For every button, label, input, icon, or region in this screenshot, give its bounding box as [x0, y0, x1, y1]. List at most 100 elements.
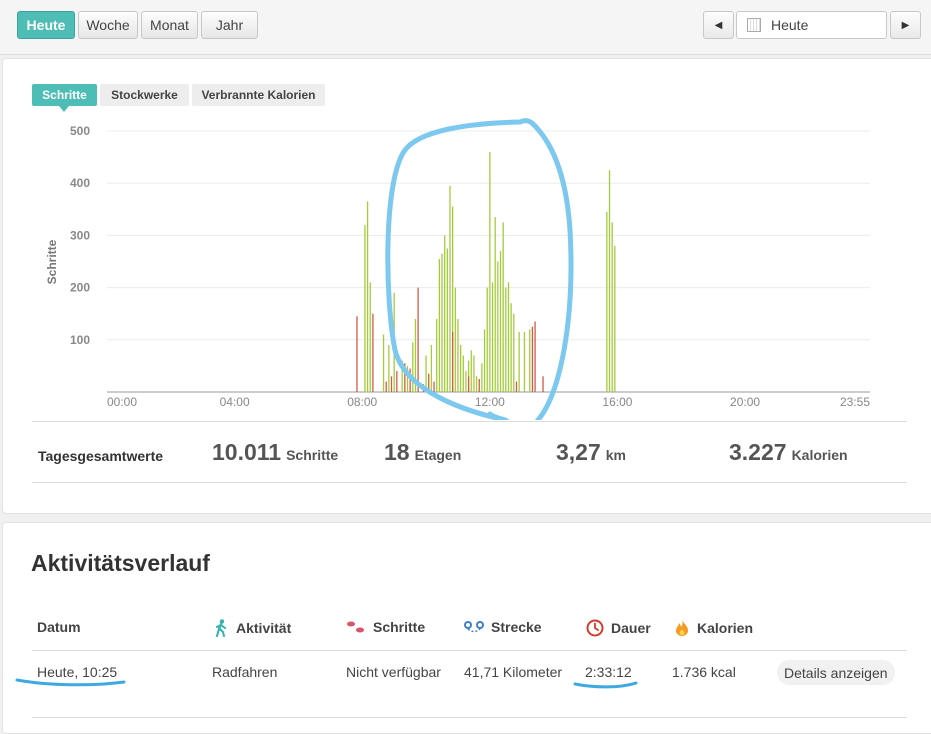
- step-bar: [505, 287, 507, 392]
- x-tick-label: 04:00: [220, 395, 250, 409]
- step-bar: [491, 282, 494, 392]
- y-tick-label: 400: [70, 176, 90, 190]
- row-duration: 2:33:12: [585, 664, 632, 680]
- row-activity: Radfahren: [212, 664, 278, 680]
- row-calories: 1.736 kcal: [672, 664, 736, 680]
- step-bar: [529, 329, 531, 392]
- column-header-activity-label: Aktivität: [236, 620, 292, 636]
- steps-chart: 100 200 300 400 500 00:00 04:00 08:00 12:00 16:0…: [45, 118, 870, 420]
- step-bar: [467, 376, 470, 392]
- step-bar: [483, 329, 486, 392]
- total-steps-value: 10.011: [212, 439, 282, 465]
- step-bar: [534, 321, 536, 392]
- totals-label: Tagesgesamtwerte: [38, 448, 164, 464]
- column-header-distance-label: Strecke: [491, 619, 542, 635]
- step-bar: [412, 342, 414, 392]
- column-header-steps[interactable]: Schritte: [346, 619, 425, 635]
- step-bar: [366, 201, 369, 392]
- step-bar: [497, 261, 499, 392]
- step-bar: [510, 303, 512, 392]
- step-bar: [390, 376, 393, 392]
- step-bar: [382, 334, 385, 392]
- total-calories: 3.227 Kalorien: [729, 439, 848, 466]
- step-bar: [611, 222, 613, 392]
- step-bar: [438, 258, 441, 392]
- column-header-calories-label: Kalorien: [697, 620, 754, 636]
- step-bar: [430, 345, 433, 392]
- step-bar: [454, 287, 456, 392]
- step-bar: [475, 376, 478, 392]
- column-header-calories[interactable]: Kalorien: [674, 619, 753, 637]
- y-tick-label: 500: [70, 124, 90, 138]
- total-distance-unit: km: [605, 447, 626, 463]
- row-distance: 41,71 Kilometer: [464, 664, 563, 680]
- step-bar: [486, 287, 488, 392]
- step-bar: [444, 235, 446, 392]
- x-tick-label: 20:00: [730, 395, 760, 409]
- y-tick-label: 200: [70, 281, 90, 295]
- x-tick-label: 08:00: [347, 395, 377, 409]
- total-calories-value: 3.227: [729, 439, 787, 465]
- step-bar: [385, 381, 387, 392]
- step-bar: [465, 371, 467, 392]
- column-header-duration-label: Dauer: [611, 620, 651, 636]
- x-tick-label: 12:00: [475, 395, 505, 409]
- y-tick-label: 100: [70, 333, 90, 347]
- step-bar: [446, 248, 448, 392]
- step-bar: [502, 222, 504, 392]
- step-bar: [523, 331, 526, 392]
- column-header-date-label: Datum: [37, 619, 81, 635]
- column-header-steps-label: Schritte: [373, 619, 426, 635]
- step-bar: [452, 331, 454, 392]
- total-distance-value: 3,27: [556, 439, 601, 465]
- daily-totals: Tagesgesamtwerte 10.011 Schritte 18 Etagen…: [32, 421, 907, 483]
- step-bar: [513, 313, 515, 392]
- step-bar: [470, 350, 472, 392]
- y-tick-label: 300: [70, 228, 90, 242]
- table-row-divider: [32, 717, 907, 718]
- column-header-date[interactable]: Datum: [37, 619, 81, 635]
- step-bar: [507, 282, 510, 392]
- step-bar: [436, 318, 438, 392]
- step-bar: [372, 313, 374, 392]
- step-bar: [369, 282, 371, 392]
- footprints-icon: [347, 621, 364, 633]
- step-bar: [473, 355, 475, 392]
- details-button[interactable]: Details anzeigen: [777, 660, 895, 685]
- walking-person-icon: [216, 619, 226, 637]
- step-bar: [417, 287, 419, 392]
- step-bar: [441, 253, 443, 392]
- step-bar: [494, 217, 496, 392]
- activity-history-title: Aktivitätsverlauf: [31, 550, 210, 576]
- row-date[interactable]: Heute, 10:25: [37, 664, 117, 680]
- column-header-activity[interactable]: Aktivität: [213, 619, 291, 637]
- step-bar: [489, 151, 491, 392]
- step-bar: [396, 371, 398, 392]
- total-calories-unit: Kalorien: [791, 447, 848, 463]
- step-bar: [542, 376, 544, 392]
- row-steps: Nicht verfügbar: [346, 664, 441, 680]
- x-tick-label: 00:00: [107, 395, 137, 409]
- clock-icon: [586, 619, 604, 637]
- step-bar: [606, 211, 608, 392]
- step-bar: [356, 316, 358, 392]
- step-bar: [433, 381, 435, 392]
- column-header-distance[interactable]: Strecke: [464, 619, 542, 635]
- step-bar: [449, 185, 451, 392]
- step-bar: [499, 251, 502, 392]
- total-floors-value: 18: [384, 439, 410, 465]
- y-axis-label: Schritte: [45, 239, 59, 284]
- step-bar: [518, 331, 520, 392]
- total-steps: 10.011 Schritte: [212, 439, 338, 466]
- table-header-divider: [32, 650, 907, 651]
- total-floors-unit: Etagen: [414, 447, 462, 463]
- x-tick-label: 16:00: [602, 395, 632, 409]
- step-bar: [457, 318, 459, 392]
- step-bar: [515, 381, 518, 392]
- x-tick-label: 23:55: [840, 395, 870, 409]
- flame-icon: [676, 620, 688, 636]
- column-header-duration[interactable]: Dauer: [586, 619, 651, 637]
- step-bar: [481, 363, 483, 392]
- step-bar: [388, 345, 390, 392]
- step-bar: [608, 170, 611, 392]
